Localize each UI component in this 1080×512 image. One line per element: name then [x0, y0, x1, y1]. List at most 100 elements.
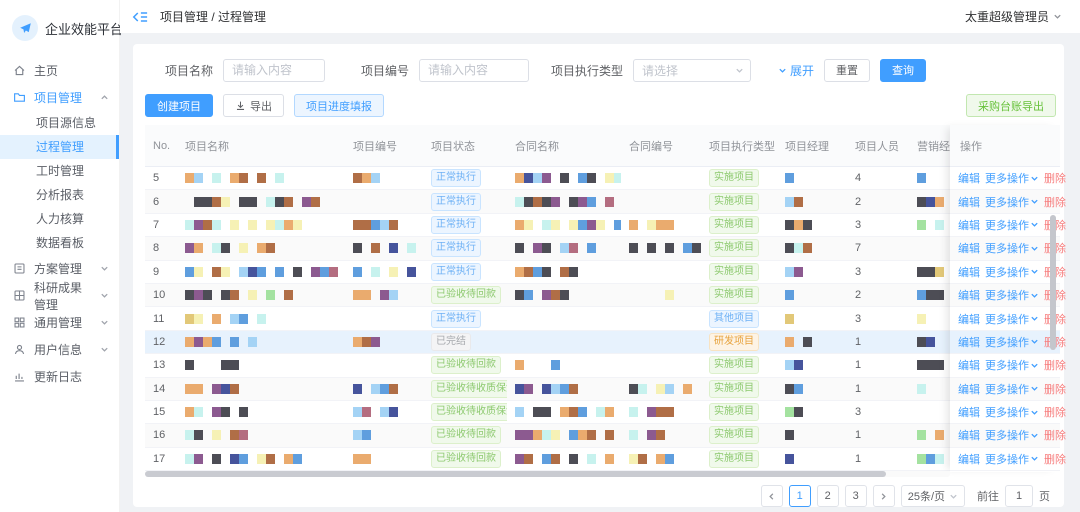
cell-marketing-manager	[909, 448, 950, 470]
exec-type-badge: 实施项目	[709, 403, 759, 421]
more-actions-link[interactable]: 更多操作	[985, 170, 1039, 186]
create-project-button[interactable]: 创建项目	[145, 94, 213, 117]
sidebar-item-项目源信息[interactable]: 项目源信息	[0, 111, 119, 135]
exec-type-select[interactable]: 请选择	[633, 59, 751, 82]
expand-filters-link[interactable]: 展开	[778, 62, 814, 79]
sidebar-item-数据看板[interactable]: 数据看板	[0, 231, 119, 255]
table-row[interactable]: 8正常执行实施项目7	[145, 237, 950, 260]
table-row[interactable]: 6正常执行实施项目2	[145, 190, 950, 213]
user-menu[interactable]: 太重超级管理员	[965, 8, 1062, 25]
table-row[interactable]: 15已验收待收质保金实施项目3	[145, 401, 950, 424]
edit-link[interactable]: 编辑	[958, 381, 980, 397]
sidebar-item-用户信息[interactable]: 用户信息	[0, 336, 119, 363]
redacted-text	[629, 407, 674, 417]
page-size-select[interactable]: 25条/页	[901, 485, 965, 507]
more-actions-link[interactable]: 更多操作	[985, 264, 1039, 280]
sidebar-item-分析报表[interactable]: 分析报表	[0, 183, 119, 207]
export-button[interactable]: 导出	[223, 94, 284, 117]
sidebar-item-人力核算[interactable]: 人力核算	[0, 207, 119, 231]
edit-link[interactable]: 编辑	[958, 311, 980, 327]
more-actions-link[interactable]: 更多操作	[985, 240, 1039, 256]
more-actions-link[interactable]: 更多操作	[985, 451, 1039, 467]
more-actions-link[interactable]: 更多操作	[985, 404, 1039, 420]
table-row[interactable]: 7正常执行实施项目3	[145, 214, 950, 237]
vertical-scrollbar-thumb[interactable]	[1050, 215, 1056, 350]
edit-link[interactable]: 编辑	[958, 334, 980, 350]
table-row[interactable]: 14已验收待收质保金实施项目1	[145, 378, 950, 401]
cell-contract-code	[621, 284, 701, 306]
project-name-input[interactable]	[223, 59, 325, 82]
row-actions: 编辑更多操作删除	[950, 261, 1060, 284]
table-row[interactable]: 10已验收待回款实施项目2	[145, 284, 950, 307]
purchase-export-button[interactable]: 采购台账导出	[966, 94, 1056, 117]
table-row[interactable]: 12已完结研发项目1	[145, 331, 950, 354]
next-page-button[interactable]	[873, 485, 895, 507]
sidebar-item-主页[interactable]: 主页	[0, 57, 119, 84]
redacted-text	[515, 290, 569, 300]
more-actions-link[interactable]: 更多操作	[985, 287, 1039, 303]
cell-row-number: 7	[145, 214, 177, 236]
cell-project-status: 正常执行	[423, 261, 507, 283]
cell-project-status: 正常执行	[423, 167, 507, 189]
edit-link[interactable]: 编辑	[958, 170, 980, 186]
sidebar-item-工时管理[interactable]: 工时管理	[0, 159, 119, 183]
sidebar-item-科研成果管理[interactable]: 科研成果管理	[0, 282, 119, 309]
edit-link[interactable]: 编辑	[958, 427, 980, 443]
redacted-text	[917, 220, 944, 230]
edit-link[interactable]: 编辑	[958, 217, 980, 233]
horizontal-scrollbar[interactable]	[145, 471, 950, 477]
cell-exec-type: 实施项目	[701, 354, 777, 376]
vertical-scrollbar[interactable]	[1050, 167, 1056, 467]
edit-link[interactable]: 编辑	[958, 240, 980, 256]
redacted-text	[185, 197, 320, 207]
table-row[interactable]: 17已验收待回款实施项目1	[145, 448, 950, 471]
cell-row-number: 17	[145, 448, 177, 470]
sidebar-item-通用管理[interactable]: 通用管理	[0, 309, 119, 336]
more-actions-link[interactable]: 更多操作	[985, 427, 1039, 443]
progress-report-button[interactable]: 项目进度填报	[294, 94, 384, 117]
status-badge: 正常执行	[431, 216, 481, 234]
edit-link[interactable]: 编辑	[958, 404, 980, 420]
more-actions-link[interactable]: 更多操作	[985, 381, 1039, 397]
redacted-text	[515, 267, 578, 277]
sidebar-item-更新日志[interactable]: 更新日志	[0, 363, 119, 390]
goto-page-input[interactable]	[1005, 485, 1033, 507]
page-button-3[interactable]: 3	[845, 485, 867, 507]
project-code-input[interactable]	[419, 59, 529, 82]
cell-project-status: 已验收待收质保金	[423, 378, 507, 400]
sidebar-item-过程管理[interactable]: 过程管理	[0, 135, 119, 159]
horizontal-scrollbar-thumb[interactable]	[145, 471, 886, 477]
cell-project-code	[345, 448, 423, 470]
chevron-down-icon	[1030, 314, 1039, 323]
sidebar-item-项目管理[interactable]: 项目管理	[0, 84, 119, 111]
toolbar: 创建项目 导出 项目进度填报 采购台账导出	[145, 94, 1058, 117]
more-actions-link[interactable]: 更多操作	[985, 334, 1039, 350]
more-actions-link[interactable]: 更多操作	[985, 357, 1039, 373]
table-row[interactable]: 13已验收待回款实施项目1	[145, 354, 950, 377]
edit-link[interactable]: 编辑	[958, 194, 980, 210]
more-actions-link[interactable]: 更多操作	[985, 194, 1039, 210]
prev-page-button[interactable]	[761, 485, 783, 507]
table-row[interactable]: 5正常执行实施项目4	[145, 167, 950, 190]
collapse-menu-icon[interactable]	[132, 10, 148, 24]
table-header-row: No.项目名称项目编号项目状态合同名称合同编号项目执行类型项目经理项目人员营销经…	[145, 125, 950, 167]
reset-button[interactable]: 重置	[824, 59, 870, 82]
page-button-2[interactable]: 2	[817, 485, 839, 507]
table-row[interactable]: 11正常执行其他项目3	[145, 307, 950, 330]
column-header: 项目名称	[177, 138, 345, 154]
table-row[interactable]: 9正常执行实施项目3	[145, 261, 950, 284]
more-actions-link[interactable]: 更多操作	[985, 311, 1039, 327]
edit-link[interactable]: 编辑	[958, 357, 980, 373]
edit-link[interactable]: 编辑	[958, 287, 980, 303]
redacted-text	[785, 384, 803, 394]
edit-link[interactable]: 编辑	[958, 264, 980, 280]
page-button-1[interactable]: 1	[789, 485, 811, 507]
more-actions-link[interactable]: 更多操作	[985, 217, 1039, 233]
redacted-text	[185, 337, 257, 347]
cell-exec-type: 实施项目	[701, 424, 777, 446]
table-row[interactable]: 16已验收待回款实施项目1	[145, 424, 950, 447]
row-actions: 编辑更多操作删除	[950, 190, 1060, 213]
row-actions: 编辑更多操作删除	[950, 284, 1060, 307]
edit-link[interactable]: 编辑	[958, 451, 980, 467]
search-button[interactable]: 查询	[880, 59, 926, 82]
